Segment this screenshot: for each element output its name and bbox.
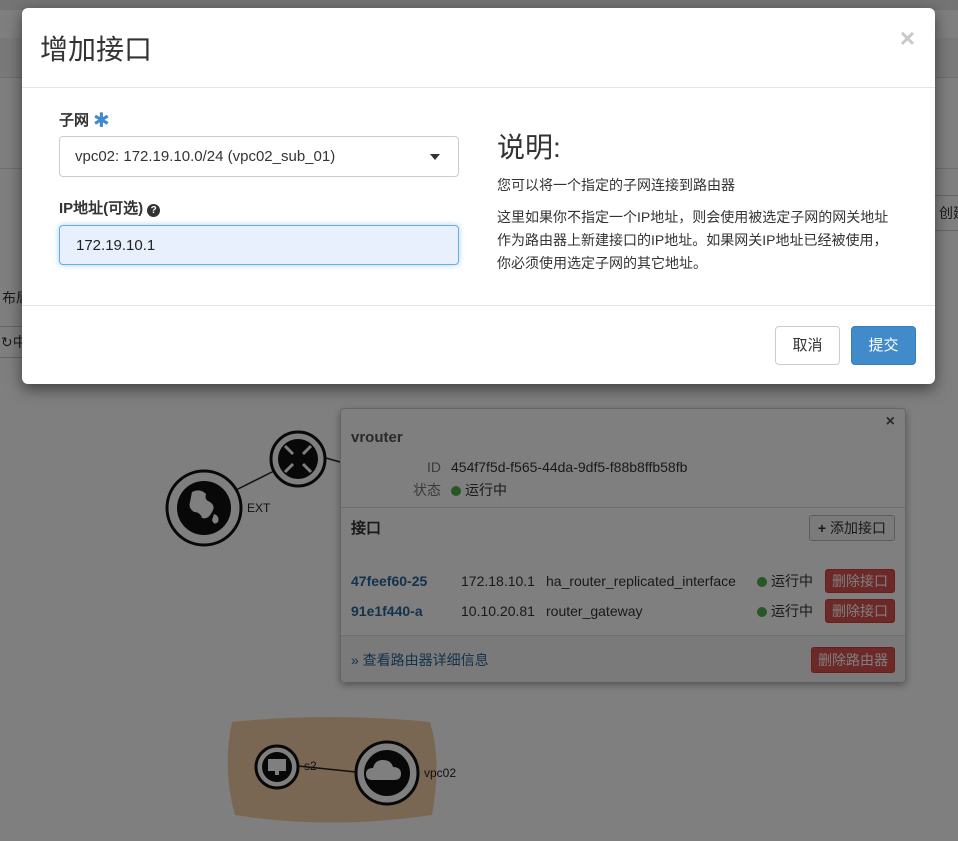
- help-title: 说明:: [497, 132, 561, 163]
- submit-button[interactable]: 提交: [851, 326, 916, 365]
- help-text-2: 这里如果你不指定一个IP地址，则会使用被选定子网的网关地址作为路由器上新建接口的…: [497, 209, 889, 271]
- help-text-1: 您可以将一个指定的子网连接到路由器: [497, 177, 735, 193]
- cancel-button[interactable]: 取消: [775, 326, 840, 365]
- ip-label-text: IP地址(可选): [59, 200, 144, 217]
- modal-title: 增加接口: [40, 34, 153, 65]
- add-interface-modal: 增加接口 × 子网 ✱ vpc02: 172.19.10.0/24 (vpc02_…: [22, 8, 935, 384]
- modal-footer-divider: [22, 305, 935, 306]
- ip-field-label: IP地址(可选)?: [59, 197, 161, 218]
- chevron-down-icon: [430, 154, 440, 160]
- subnet-field-label: 子网 ✱: [59, 108, 110, 133]
- close-icon[interactable]: ×: [900, 24, 915, 52]
- subnet-select[interactable]: vpc02: 172.19.10.0/24 (vpc02_sub_01): [59, 136, 459, 177]
- required-icon: ✱: [93, 110, 110, 132]
- ip-address-input[interactable]: [59, 225, 459, 265]
- modal-header: 增加接口 ×: [22, 8, 935, 88]
- subnet-label-text: 子网: [59, 112, 90, 129]
- subnet-selected-value: vpc02: 172.19.10.0/24 (vpc02_sub_01): [75, 148, 336, 165]
- help-icon[interactable]: ?: [147, 204, 161, 217]
